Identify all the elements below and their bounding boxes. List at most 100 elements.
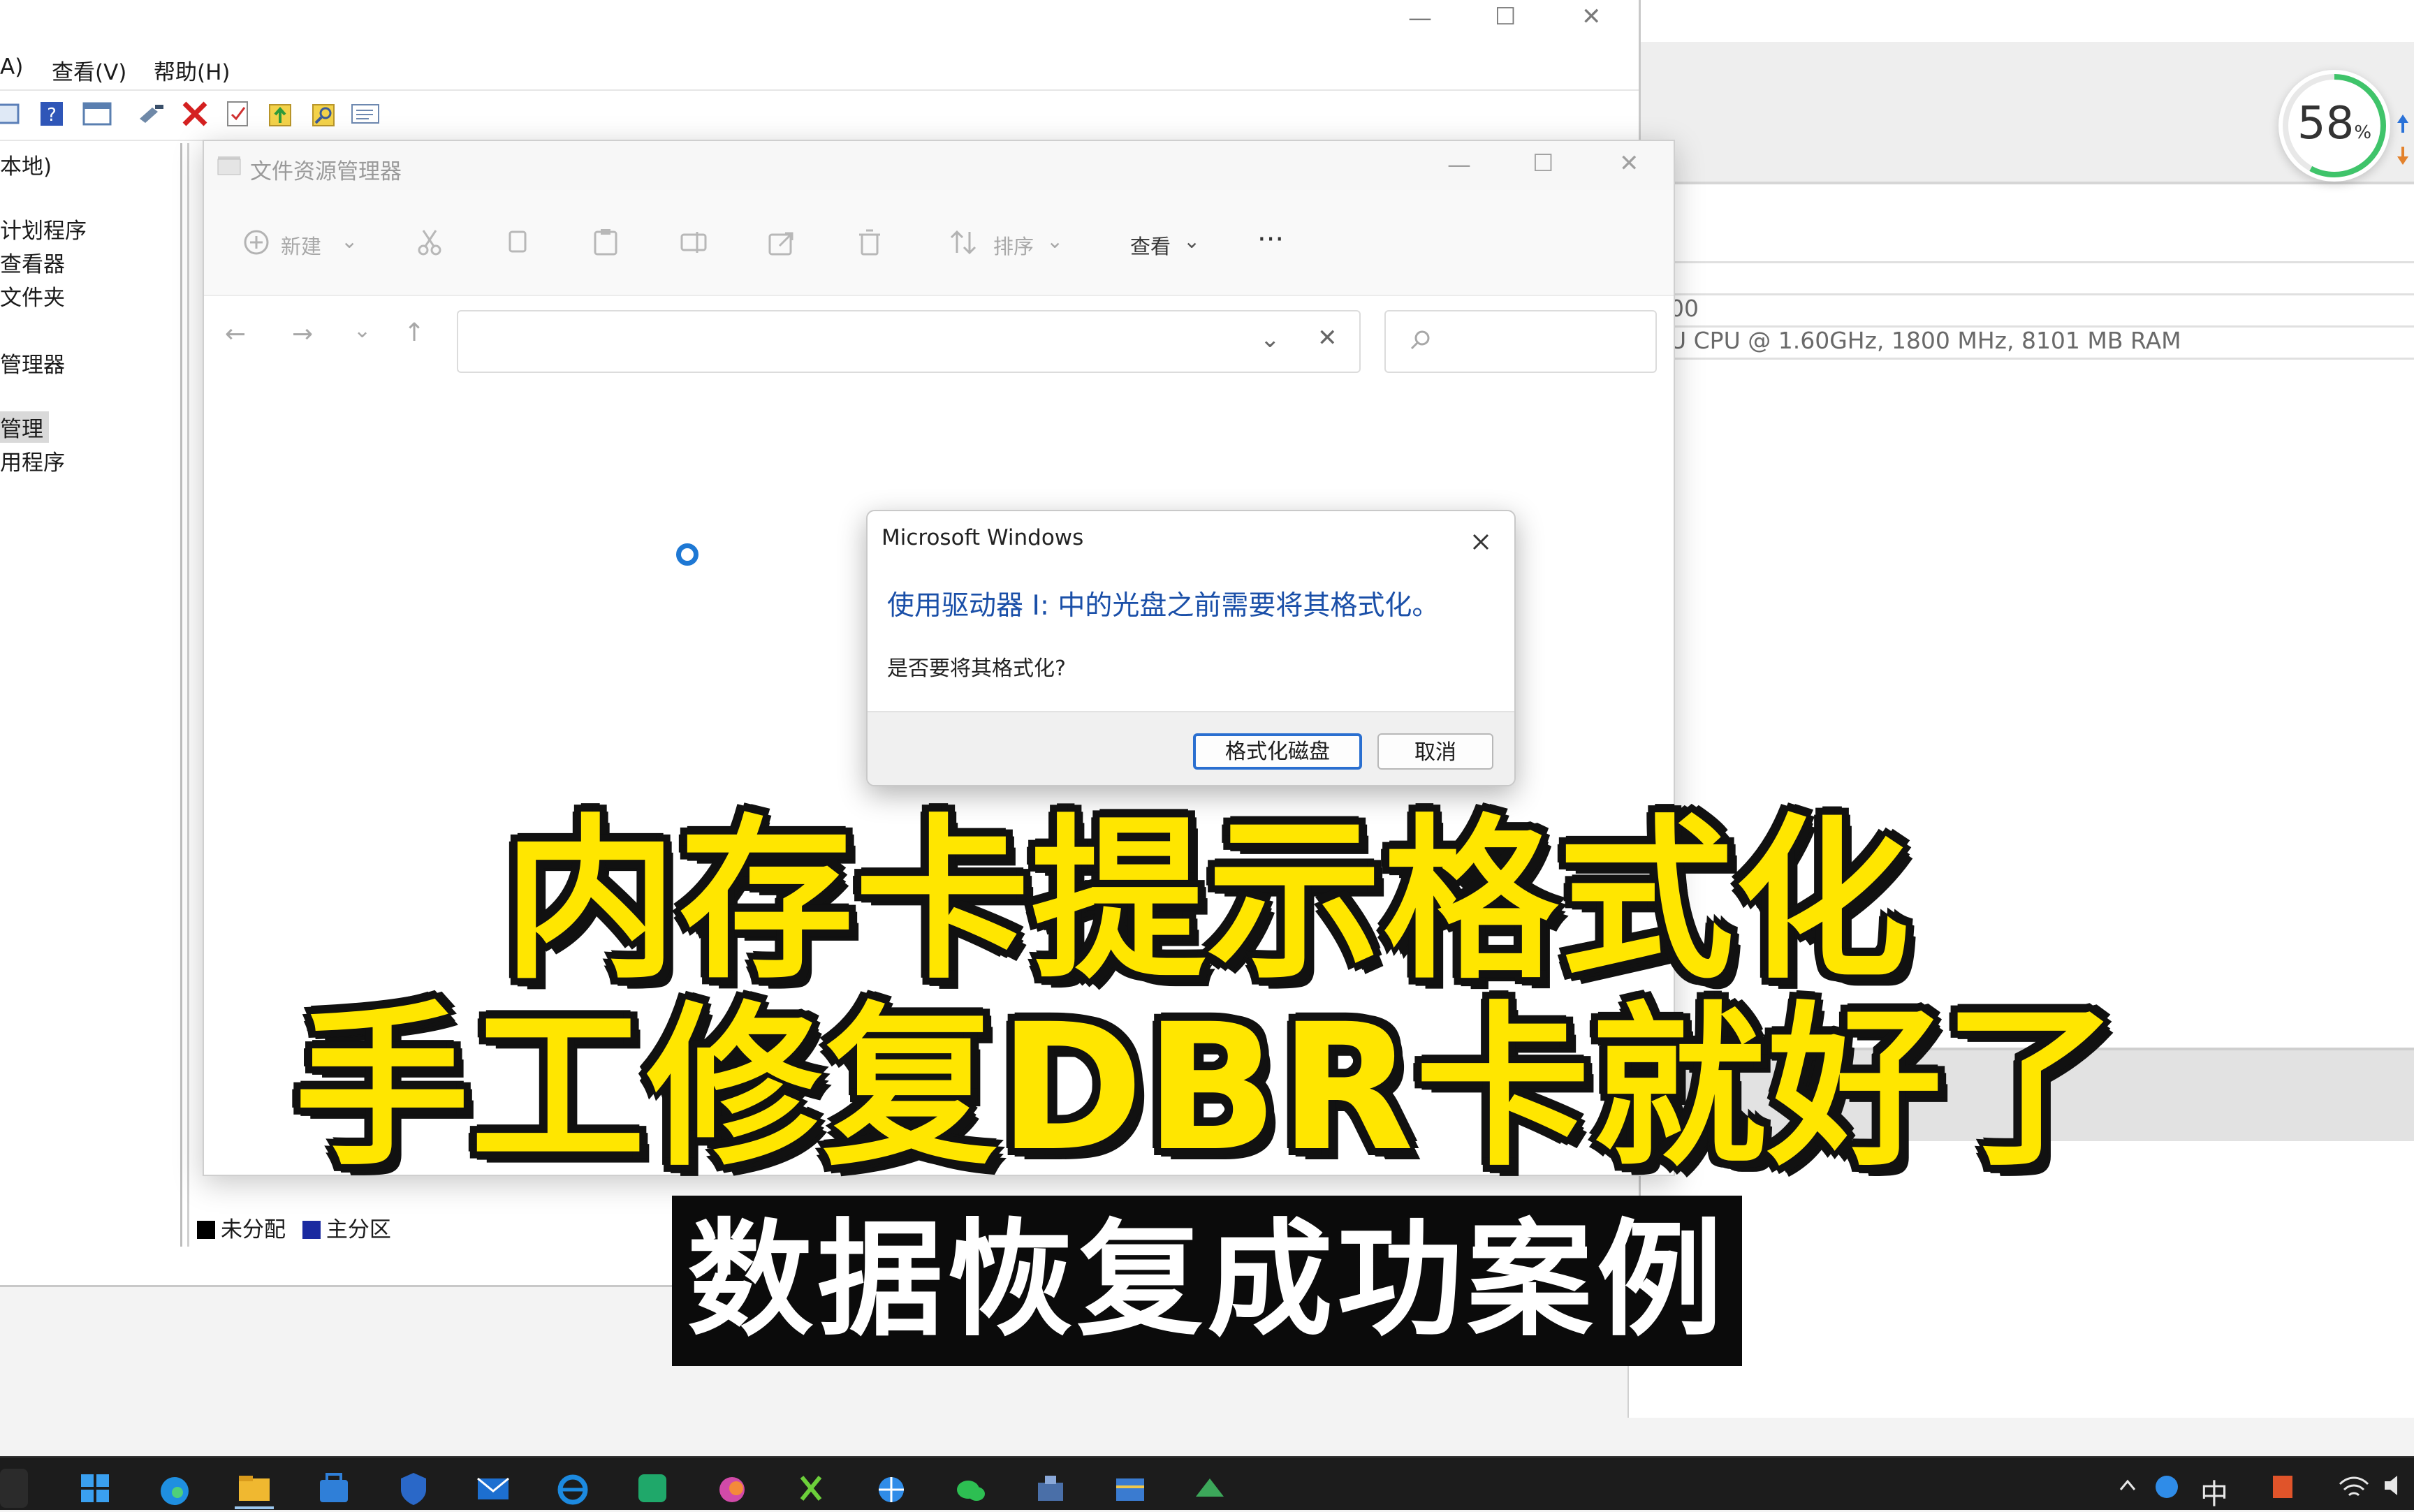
cut-icon[interactable] [414,226,446,258]
maximize-icon[interactable]: ☐ [1495,3,1516,31]
clear-address-icon[interactable]: ✕ [1317,324,1338,352]
tree-item-local[interactable]: 本地) [0,149,52,180]
explorer-title: 文件资源管理器 [250,159,402,184]
dialog-footer: 格式化磁盘 取消 [868,711,1514,785]
up-arrow-icon[interactable]: ↑ [404,318,425,347]
legend-primary-label: 主分区 [325,1217,391,1242]
cancel-button[interactable]: 取消 [1377,733,1493,770]
forward-arrow-icon[interactable]: → [292,320,313,348]
disk-utility-icon[interactable] [1190,1469,1229,1508]
caption-title-line1: 内存卡提示格式化 [503,799,1911,1002]
start-icon[interactable] [75,1469,115,1508]
recent-chevron-icon[interactable]: ⌄ [353,318,371,343]
edge-browser-icon[interactable] [155,1469,194,1508]
wechat-icon[interactable] [951,1469,990,1508]
menu-view[interactable]: 查看(V) [52,54,126,86]
store-icon[interactable] [314,1469,353,1508]
performance-value: 58% [2278,98,2390,149]
ie-browser-icon[interactable] [553,1469,592,1508]
network-tool-icon[interactable] [1031,1469,1070,1508]
performance-unit: % [2354,122,2372,143]
chevron-up-icon[interactable] [2115,1473,2140,1498]
green-app-icon[interactable] [633,1469,672,1508]
list-view-icon[interactable] [349,98,381,130]
wifi-icon[interactable] [2337,1470,2371,1501]
file-explorer-icon[interactable] [235,1469,274,1508]
dialog-title: Microsoft Windows [882,525,1084,550]
background-system-info-window: 00 U CPU @ 1.60GHz, 1800 MHz, 8101 MB RA… [1627,0,2414,1418]
connect-icon[interactable] [136,98,168,130]
close-icon[interactable]: ✕ [1581,3,1602,31]
copy-icon[interactable] [502,226,534,258]
address-dropdown-icon[interactable]: ⌄ [1260,325,1280,353]
active-app-indicator [235,1506,274,1509]
check-icon[interactable] [222,98,254,130]
share-icon[interactable] [766,226,798,258]
tree-item-task-scheduler[interactable]: 计划程序 [0,213,87,244]
disk-legend: 未分配 主分区 [197,1212,391,1243]
input-method-indicator[interactable]: 中 [2200,1471,2228,1512]
chevron-down-icon: ⌄ [1183,229,1201,253]
info-divider [1629,261,2414,263]
show-hide-tree-icon[interactable] [81,98,113,130]
new-button[interactable]: 新建 [281,230,321,260]
close-icon[interactable]: ✕ [1619,149,1639,177]
mail-icon[interactable] [474,1469,513,1508]
taskbar: 中 [0,1456,2414,1512]
widgets-icon[interactable] [0,1469,28,1508]
back-arrow-icon[interactable]: ← [225,320,246,348]
paste-icon[interactable] [590,226,622,258]
tree-item-event-viewer[interactable]: 查看器 [0,247,65,278]
minimize-icon[interactable]: — [1447,151,1471,179]
info-divider [1629,358,2414,360]
rename-icon[interactable] [678,226,710,258]
speaker-icon[interactable] [2380,1470,2411,1501]
find-icon[interactable] [307,98,339,130]
search-input[interactable] [1384,310,1657,373]
caption-subtitle: 数据恢复成功案例 [687,1208,1727,1353]
delete-icon[interactable] [179,98,211,130]
chevron-down-icon: ⌄ [341,229,358,253]
tree-item-device-manager[interactable]: 管理器 [0,347,65,379]
chevron-down-icon: ⌄ [1046,229,1064,253]
command-bar: 新建 ⌄ 排序 ⌄ 查看 ⌄ ··· [204,190,1674,296]
view-button[interactable]: 查看 [1130,230,1171,260]
delete-icon[interactable] [854,226,886,258]
sort-button[interactable]: 排序 [993,230,1034,260]
performance-badge[interactable]: 58% [2278,70,2390,182]
toolbar: ? [0,89,1639,141]
import-icon[interactable] [264,98,296,130]
tree-item-shared-folders[interactable]: 文件夹 [0,280,65,311]
search-icon [1410,330,1430,350]
security-shield-icon[interactable] [394,1469,433,1508]
tree-item-services-apps[interactable]: 用程序 [0,445,65,476]
help-icon[interactable]: ? [36,98,68,130]
close-icon[interactable] [1461,522,1500,562]
minimize-icon[interactable]: — [1408,4,1432,32]
loading-spinner-icon [676,543,698,566]
photos-app-icon[interactable] [712,1469,752,1508]
dialog-message: 使用驱动器 I: 中的光盘之前需要将其格式化。 [887,590,1440,622]
format-disk-button[interactable]: 格式化磁盘 [1193,733,1362,770]
caption-title-line2: 手工修复DBR卡就好了 [294,986,2120,1189]
svg-text:?: ? [47,105,57,126]
unallocated-swatch [197,1221,215,1239]
info-line-cpu: U CPU @ 1.60GHz, 1800 MHz, 8101 MB RAM [1669,327,2181,354]
menu-action[interactable]: A) [0,54,23,80]
format-disk-dialog: Microsoft Windows 使用驱动器 I: 中的光盘之前需要将其格式化… [866,510,1516,786]
address-bar[interactable]: ⌄ ✕ [457,310,1361,373]
maximize-icon[interactable]: ☐ [1532,149,1553,177]
tray-app-icon[interactable] [2151,1470,2182,1501]
dev-tool-icon[interactable] [792,1469,831,1508]
archive-tool-icon[interactable] [1111,1469,1150,1508]
explorer-titlebar: 文件资源管理器 — ☐ ✕ [204,141,1674,190]
tree-item-disk-management[interactable]: 管理 [0,411,49,443]
office-icon[interactable] [2267,1470,2298,1501]
more-options-icon[interactable]: ··· [1257,223,1284,256]
browser-globe-icon[interactable] [872,1469,911,1508]
properties-icon[interactable] [0,98,25,130]
menu-help[interactable]: 帮助(H) [154,54,231,86]
legend-unallocated-label: 未分配 [221,1217,286,1242]
navigation-bar: ← → ⌄ ↑ ⌄ ✕ [204,296,1674,373]
folder-icon [217,156,241,175]
